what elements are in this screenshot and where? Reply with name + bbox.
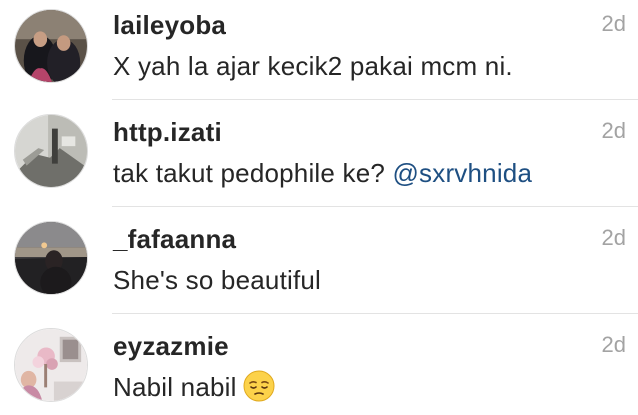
comment-username[interactable]: _fafaanna	[113, 224, 236, 255]
avatar[interactable]	[14, 221, 88, 295]
avatar[interactable]	[14, 9, 88, 83]
comment-text-body: tak takut pedophile ke?	[113, 158, 393, 188]
comment-text: X yah la ajar kecik2 pakai mcm ni.	[113, 51, 513, 82]
comment-item: laileyoba X yah la ajar kecik2 pakai mcm…	[0, 0, 638, 100]
comment-item: http.izati tak takut pedophile ke? @sxrv…	[0, 100, 638, 207]
comment-text: Nabil nabil	[113, 370, 275, 405]
comment-text-body: Nabil nabil	[113, 372, 237, 402]
comment-username[interactable]: laileyoba	[113, 10, 226, 41]
avatar[interactable]	[14, 328, 88, 402]
avatar[interactable]	[14, 114, 88, 188]
comment-username[interactable]: http.izati	[113, 117, 222, 148]
comment-time: 2d	[601, 11, 626, 36]
pensive-face-emoji-icon	[243, 370, 275, 402]
comment-text-body: She's so beautiful	[113, 265, 322, 295]
mention-link[interactable]: @sxrvhnida	[392, 158, 532, 188]
comment-time: 2d	[601, 118, 626, 143]
avatar-image	[15, 222, 87, 294]
comment-text-body: X yah la ajar kecik2 pakai mcm ni.	[113, 51, 513, 81]
avatar-image	[15, 10, 87, 82]
avatar-image	[15, 329, 87, 401]
comment-list: laileyoba X yah la ajar kecik2 pakai mcm…	[0, 0, 638, 415]
avatar-image	[15, 115, 87, 187]
comment-text: She's so beautiful	[113, 265, 321, 296]
comment-text: tak takut pedophile ke? @sxrvhnida	[113, 158, 532, 189]
comment-item: eyzazmie Nabil nabil 2d	[0, 314, 638, 415]
comment-time: 2d	[601, 225, 626, 250]
comment-time: 2d	[601, 332, 626, 357]
comment-username[interactable]: eyzazmie	[113, 331, 229, 362]
comment-item: _fafaanna She's so beautiful 2d	[0, 207, 638, 314]
